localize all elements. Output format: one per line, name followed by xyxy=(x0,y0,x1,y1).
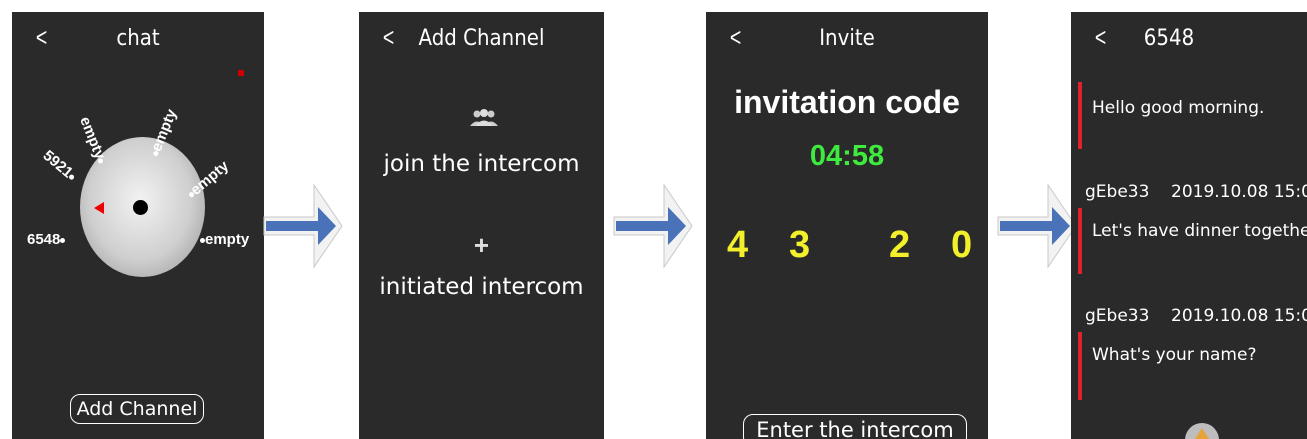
channel-slot-label: empty xyxy=(76,114,109,162)
add-channel-button[interactable]: Add Channel xyxy=(70,394,204,424)
recording-indicator-icon xyxy=(238,70,244,76)
flow-arrow-icon xyxy=(613,183,693,269)
countdown-timer: 04:58 xyxy=(809,140,885,172)
dial-pointer-icon xyxy=(94,202,104,214)
message-meta: gEbe33 2019.10.08 15:02 xyxy=(1085,306,1307,326)
channel-slot[interactable]: empty xyxy=(76,114,110,166)
join-intercom-option[interactable]: join the intercom xyxy=(359,151,604,177)
screen-title: 6548 xyxy=(1143,26,1195,51)
message-text: Hello good morning. xyxy=(1092,98,1265,118)
screen-title: chat xyxy=(116,26,160,51)
talk-button[interactable] xyxy=(1185,423,1219,439)
message-meta: gEbe33 2019.10.08 15:02 xyxy=(1085,182,1307,202)
enter-intercom-button[interactable]: Enter the intercom xyxy=(743,414,967,439)
plus-icon: + xyxy=(473,230,490,260)
message-text: What's your name? xyxy=(1092,345,1257,365)
chat-screen: < chat 6548 5921 empty empty empty empty… xyxy=(12,12,264,439)
screen-title: Add Channel xyxy=(418,26,545,51)
add-channel-screen: < Add Channel join the intercom + initia… xyxy=(359,12,604,439)
warning-icon xyxy=(1195,428,1209,439)
conversation-screen: < 6548 Hello good morning. gEbe33 2019.1… xyxy=(1071,12,1307,439)
channel-slot-label: empty xyxy=(205,231,250,248)
code-digit: 4 xyxy=(727,224,749,266)
code-digit: 0 xyxy=(951,224,973,266)
group-icon xyxy=(470,109,498,126)
code-digit: 2 xyxy=(889,224,911,266)
message-bubble[interactable]: Let's have dinner together. xyxy=(1078,208,1307,274)
flow-arrow-icon xyxy=(263,183,343,269)
screen-title: Invite xyxy=(819,26,875,51)
message-time: 2019.10.08 15:02 xyxy=(1171,182,1307,202)
channel-slot[interactable]: 5921 xyxy=(40,147,80,185)
message-text: Let's have dinner together. xyxy=(1092,221,1307,241)
channel-slot[interactable]: empty xyxy=(200,231,249,248)
message-bubble[interactable]: What's your name? xyxy=(1078,332,1307,400)
message-bubble[interactable]: Hello good morning. xyxy=(1078,82,1307,149)
channel-slot[interactable]: 6548 xyxy=(27,231,66,248)
dial-center-icon xyxy=(133,200,148,215)
initiate-intercom-option[interactable]: initiated intercom xyxy=(359,274,604,300)
flow-arrow-icon xyxy=(997,183,1077,269)
code-digit: 3 xyxy=(789,224,811,266)
message-sender: gEbe33 xyxy=(1085,306,1150,326)
message-sender: gEbe33 xyxy=(1085,182,1150,202)
message-time: 2019.10.08 15:02 xyxy=(1171,306,1307,326)
invite-screen: < Invite invitation code 04:58 4 3 2 0 E… xyxy=(706,12,988,439)
channel-slot-label: 6548 xyxy=(27,231,61,248)
invitation-heading: invitation code xyxy=(734,84,960,120)
